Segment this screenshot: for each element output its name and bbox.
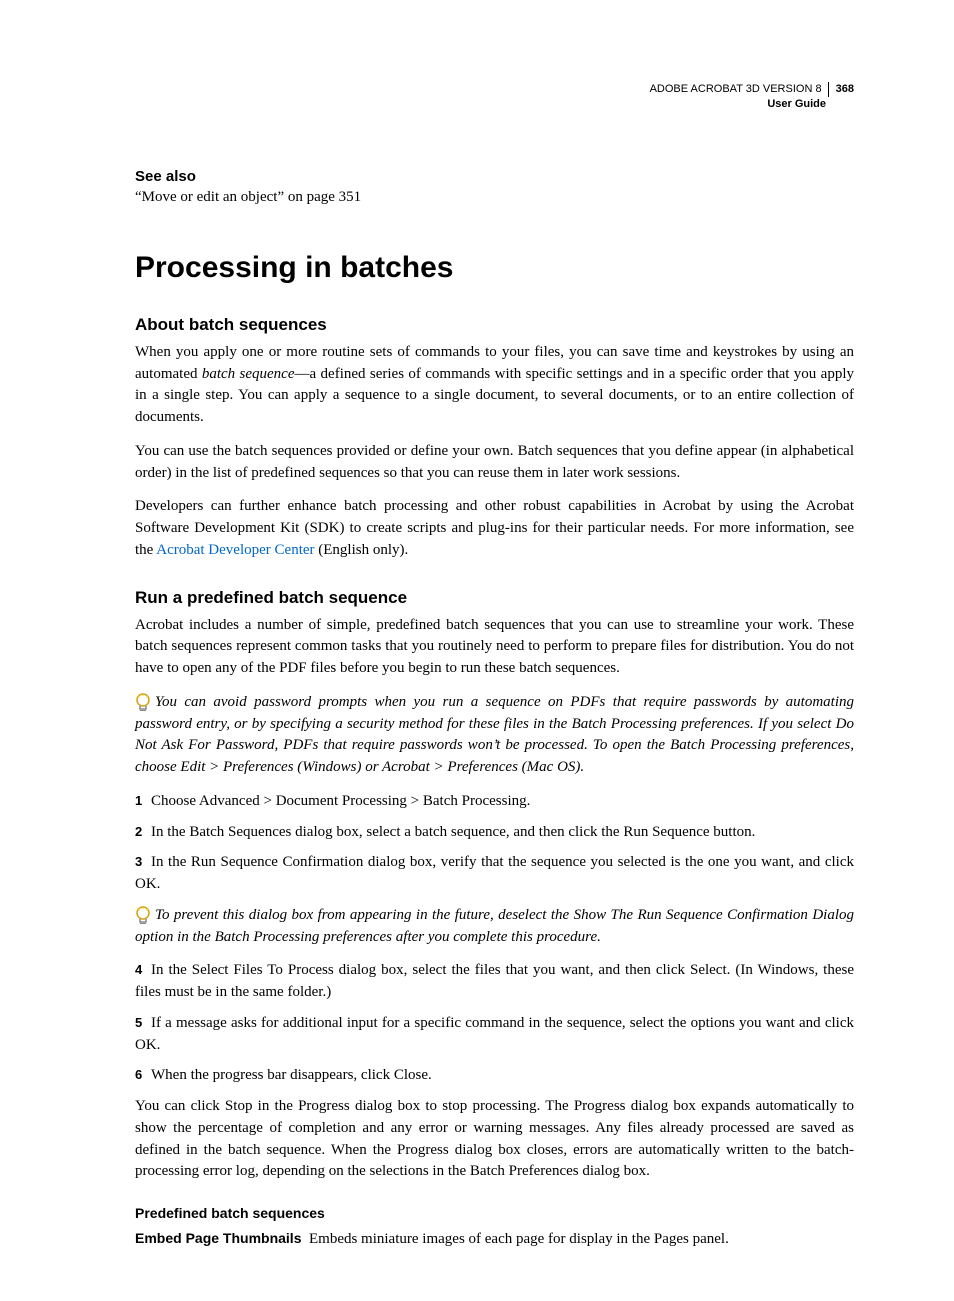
header-page-number: 368 [836,83,854,95]
step-text: When the progress bar disappears, click … [151,1067,432,1083]
see-also-heading: See also [135,168,854,185]
about-batch-heading: About batch sequences [135,315,854,335]
body-paragraph: When you apply one or more routine sets … [135,342,854,429]
header-doc-title: User Guide [135,97,854,112]
step-text: In the Run Sequence Confirmation dialog … [135,854,854,892]
tip-block: You can avoid password prompts when you … [135,692,854,779]
lightbulb-icon [135,693,151,713]
text-run: (English only). [315,542,409,558]
step-text: If a message asks for additional input f… [135,1015,854,1053]
step-number: 4 [135,961,151,980]
body-paragraph: You can click Stop in the Progress dialo… [135,1096,854,1183]
definition-text: Embeds miniature images of each page for… [309,1231,729,1247]
page-header: ADOBE ACROBAT 3D VERSION 8 368 User Guid… [135,82,854,113]
step-text: In the Select Files To Process dialog bo… [135,962,854,1000]
step-text: In the Batch Sequences dialog box, selec… [151,824,755,840]
step-line: 3In the Run Sequence Confirmation dialog… [135,852,854,896]
definition-term: Embed Page Thumbnails [135,1230,301,1246]
body-paragraph: Acrobat includes a number of simple, pre… [135,615,854,680]
lightbulb-icon [135,906,151,926]
predefined-sequences-heading: Predefined batch sequences [135,1205,854,1221]
step-number: 1 [135,792,151,811]
step-line: 4In the Select Files To Process dialog b… [135,960,854,1004]
step-line: 2In the Batch Sequences dialog box, sele… [135,822,854,844]
step-number: 2 [135,823,151,842]
body-paragraph: Developers can further enhance batch pro… [135,496,854,561]
step-number: 6 [135,1066,151,1085]
run-predefined-heading: Run a predefined batch sequence [135,588,854,608]
step-number: 5 [135,1014,151,1033]
definition-line: Embed Page Thumbnails Embeds miniature i… [135,1228,854,1251]
text-italic: batch sequence [202,366,295,382]
step-number: 3 [135,853,151,872]
tip-block: To prevent this dialog box from appearin… [135,905,854,949]
body-paragraph: You can use the batch sequences provided… [135,441,854,485]
tip-text: You can avoid password prompts when you … [135,692,854,779]
header-product: ADOBE ACROBAT 3D VERSION 8 [650,82,829,97]
developer-center-link[interactable]: Acrobat Developer Center [156,542,314,558]
see-also-link-text[interactable]: “Move or edit an object” on page 351 [135,189,854,206]
tip-text: To prevent this dialog box from appearin… [135,905,854,949]
step-line: 6When the progress bar disappears, click… [135,1065,854,1087]
step-line: 5If a message asks for additional input … [135,1013,854,1057]
step-text: Choose Advanced > Document Processing > … [151,793,530,809]
step-line: 1Choose Advanced > Document Processing >… [135,791,854,813]
page-title: Processing in batches [135,251,854,285]
